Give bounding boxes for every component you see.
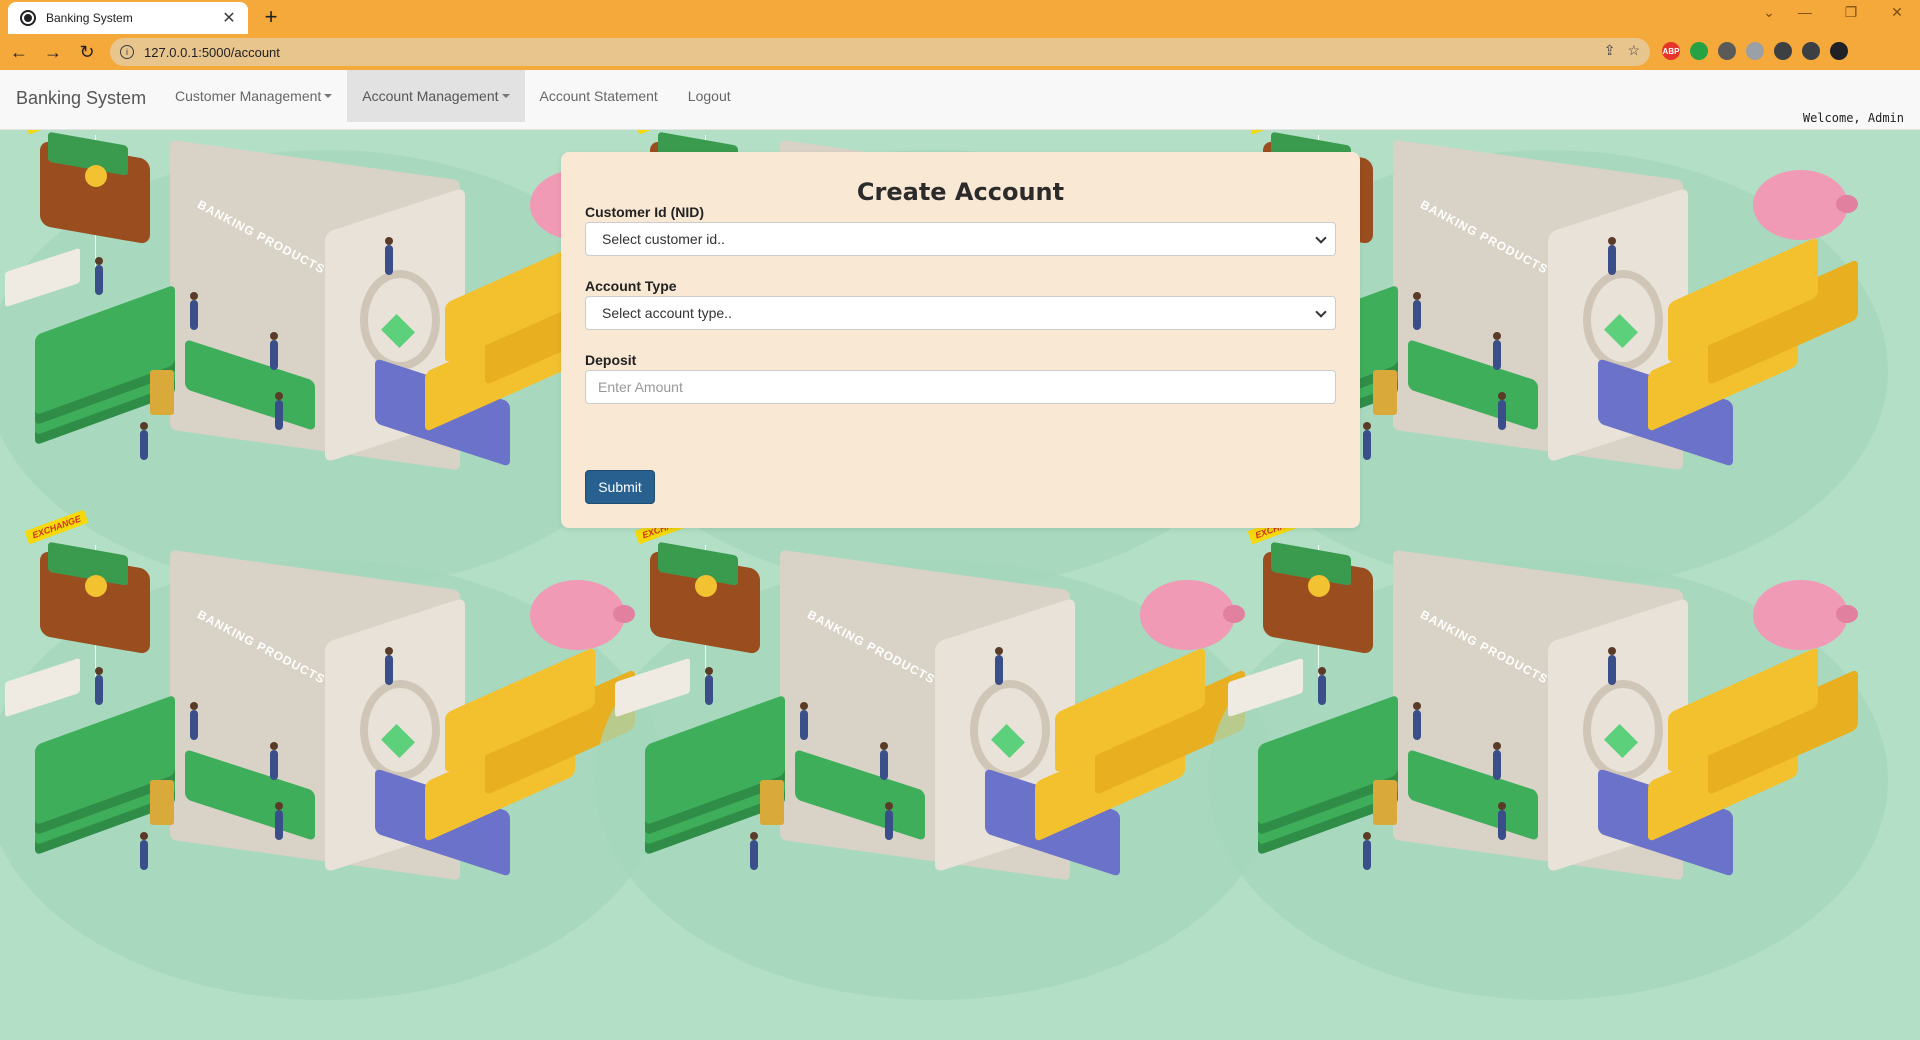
account-type-select[interactable]: Select account type..	[585, 296, 1336, 330]
person-figure	[190, 292, 198, 330]
person-figure	[1363, 832, 1371, 870]
camera-icon[interactable]	[1718, 42, 1736, 60]
person-figure	[800, 702, 808, 740]
nav-logout[interactable]: Logout	[673, 70, 746, 122]
extension-icons: ABP	[1662, 42, 1848, 60]
nav-label: Logout	[687, 88, 731, 104]
chevron-down-icon	[1315, 232, 1327, 244]
person-figure	[1608, 647, 1616, 685]
person-figure	[1413, 292, 1421, 330]
deposit-input[interactable]	[598, 379, 1335, 395]
app-navbar: Banking System Customer Management Accou…	[0, 70, 1920, 130]
address-bar[interactable]: i 127.0.0.1:5000/account ⇪ ☆	[110, 38, 1650, 66]
nav-label: Customer Management	[175, 88, 322, 104]
tab-title: Banking System	[46, 11, 133, 25]
new-tab-button[interactable]: +	[258, 4, 284, 30]
person-figure	[270, 332, 278, 370]
create-account-card: Create Account Customer Id (NID) Select …	[561, 152, 1360, 528]
site-favicon-icon	[20, 10, 36, 26]
adblock-icon[interactable]: ABP	[1662, 42, 1680, 60]
person-figure	[1608, 237, 1616, 275]
whatsapp-icon[interactable]	[1690, 42, 1708, 60]
deposit-field-wrapper	[585, 370, 1336, 404]
browser-toolbar: ← → ↻ i 127.0.0.1:5000/account ⇪ ☆ ABP	[0, 34, 1920, 70]
coin-icon	[1308, 575, 1330, 597]
piggy-bank-icon	[1753, 580, 1858, 650]
person-figure	[385, 237, 393, 275]
atm-icon	[150, 780, 174, 825]
customer-id-value: Select customer id..	[602, 231, 725, 247]
forward-button[interactable]: →	[38, 42, 68, 63]
person-figure	[95, 257, 103, 295]
person-figure	[885, 802, 893, 840]
customer-id-select[interactable]: Select customer id..	[585, 222, 1336, 256]
caret-down-icon	[501, 94, 510, 98]
back-button[interactable]: ←	[4, 42, 34, 63]
nav-customer-management[interactable]: Customer Management	[160, 70, 347, 122]
person-figure	[1493, 742, 1501, 780]
wallet-icon	[40, 550, 150, 655]
nav-label: Account Statement	[539, 88, 658, 104]
restore-button[interactable]: ❐	[1828, 4, 1874, 21]
person-figure	[1318, 667, 1326, 705]
customer-id-label: Customer Id (NID)	[585, 204, 704, 220]
reload-button[interactable]: ↻	[72, 42, 102, 63]
minimize-button[interactable]: —	[1782, 4, 1828, 20]
caret-down-icon	[324, 94, 333, 98]
person-figure	[385, 647, 393, 685]
coin-icon	[85, 165, 107, 187]
person-figure	[270, 742, 278, 780]
brand-link[interactable]: Banking System	[16, 88, 146, 109]
profile-icon[interactable]	[1830, 42, 1848, 60]
person-figure	[1363, 422, 1371, 460]
share-icon[interactable]: ⇪	[1604, 42, 1616, 59]
url-text[interactable]: 127.0.0.1:5000/account	[144, 45, 280, 60]
person-figure	[140, 832, 148, 870]
deposit-label: Deposit	[585, 352, 637, 368]
chevron-down-icon	[1315, 306, 1327, 318]
person-figure	[1493, 332, 1501, 370]
atm-icon	[1373, 370, 1397, 415]
person-figure	[190, 702, 198, 740]
window-close-button[interactable]: ✕	[1874, 4, 1920, 21]
sidepanel-icon[interactable]	[1802, 42, 1820, 60]
form-title: Create Account	[856, 178, 1065, 206]
bank-illustration-tile: EXCHANGEBANKING PRODUCTS	[1168, 509, 1918, 1020]
person-figure	[880, 742, 888, 780]
account-type-value: Select account type..	[602, 305, 732, 321]
coin-icon	[85, 575, 107, 597]
puzzle-icon[interactable]	[1774, 42, 1792, 60]
person-figure	[750, 832, 758, 870]
nav-account-management[interactable]: Account Management	[347, 70, 525, 122]
browser-tabstrip: Banking System ✕ + ⌄ — ❐ ✕	[0, 0, 1920, 34]
shield-icon[interactable]	[1746, 42, 1764, 60]
person-figure	[140, 422, 148, 460]
bookmark-star-icon[interactable]: ☆	[1627, 42, 1640, 59]
coin-icon	[695, 575, 717, 597]
nav-label: Account Management	[362, 88, 499, 104]
close-tab-icon[interactable]: ✕	[220, 8, 238, 28]
person-figure	[1498, 802, 1506, 840]
person-figure	[1498, 392, 1506, 430]
site-info-icon[interactable]: i	[120, 45, 134, 59]
person-figure	[705, 667, 713, 705]
person-figure	[275, 802, 283, 840]
wallet-icon	[40, 140, 150, 245]
wallet-icon	[650, 550, 760, 655]
atm-icon	[150, 370, 174, 415]
nav-account-statement[interactable]: Account Statement	[525, 70, 673, 122]
person-figure	[95, 667, 103, 705]
person-figure	[995, 647, 1003, 685]
account-type-label: Account Type	[585, 278, 677, 294]
atm-icon	[1373, 780, 1397, 825]
person-figure	[275, 392, 283, 430]
submit-button[interactable]: Submit	[585, 470, 655, 504]
nav-links: Customer Management Account Management A…	[160, 70, 746, 122]
piggy-bank-icon	[1753, 170, 1858, 240]
person-figure	[1413, 702, 1421, 740]
wallet-icon	[1263, 550, 1373, 655]
atm-icon	[760, 780, 784, 825]
welcome-text: Welcome, Admin	[1802, 111, 1904, 125]
browser-tab[interactable]: Banking System ✕	[8, 2, 248, 34]
